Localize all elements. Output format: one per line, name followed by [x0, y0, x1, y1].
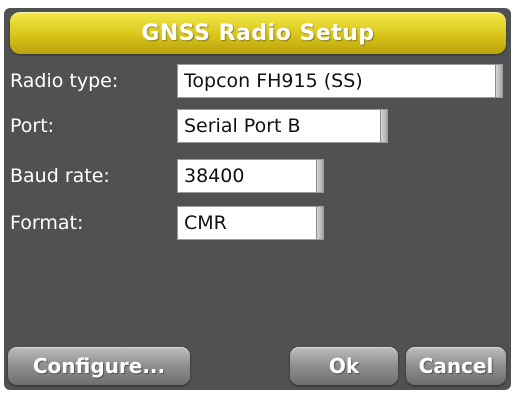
- radio-type-row: Radio type: Topcon FH915 (SS): [4, 64, 511, 100]
- baud-rate-value: 38400: [184, 165, 245, 187]
- port-row: Port: Serial Port B: [4, 109, 511, 145]
- dropdown-arrow-icon[interactable]: [316, 207, 323, 239]
- format-value: CMR: [184, 212, 227, 234]
- title-bar: GNSS Radio Setup: [10, 12, 506, 54]
- port-label: Port:: [10, 115, 55, 137]
- configure-button[interactable]: Configure...: [8, 347, 190, 385]
- baud-rate-label: Baud rate:: [10, 165, 110, 187]
- format-label: Format:: [10, 212, 84, 234]
- dropdown-arrow-icon[interactable]: [316, 160, 323, 192]
- dropdown-arrow-icon[interactable]: [495, 65, 502, 97]
- dialog-title: GNSS Radio Setup: [141, 20, 375, 46]
- port-value: Serial Port B: [184, 115, 301, 137]
- radio-type-value: Topcon FH915 (SS): [184, 70, 363, 92]
- cancel-button-label: Cancel: [418, 354, 494, 378]
- ok-button[interactable]: Ok: [290, 347, 398, 385]
- format-row: Format: CMR: [4, 206, 511, 242]
- baud-rate-row: Baud rate: 38400: [4, 159, 511, 195]
- gnss-radio-setup-dialog: GNSS Radio Setup Radio type: Topcon FH91…: [4, 8, 511, 390]
- cancel-button[interactable]: Cancel: [406, 347, 506, 385]
- configure-button-label: Configure...: [32, 354, 166, 378]
- port-select[interactable]: Serial Port B: [177, 109, 388, 143]
- dropdown-arrow-icon[interactable]: [380, 110, 387, 142]
- radio-type-select[interactable]: Topcon FH915 (SS): [177, 64, 503, 98]
- radio-type-label: Radio type:: [10, 70, 119, 92]
- baud-rate-select[interactable]: 38400: [177, 159, 324, 193]
- format-select[interactable]: CMR: [177, 206, 324, 240]
- ok-button-label: Ok: [328, 354, 360, 378]
